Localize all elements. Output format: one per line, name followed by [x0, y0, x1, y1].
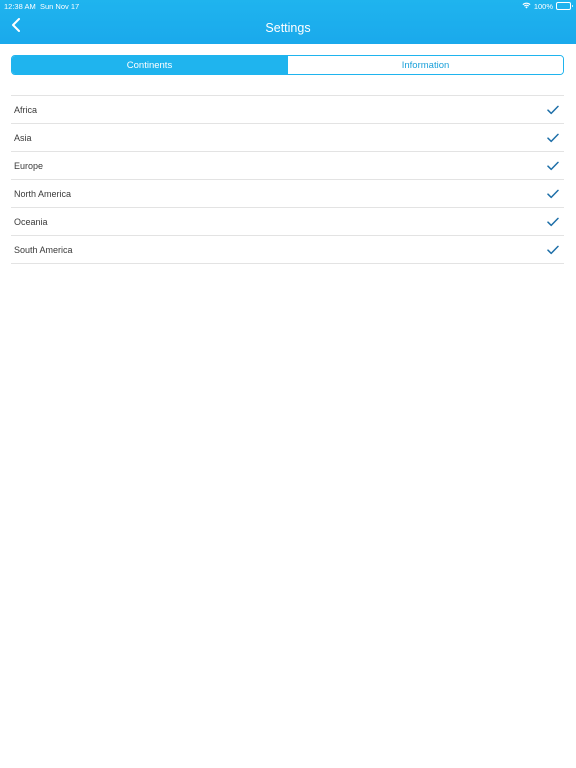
list-item-label: Europe: [14, 160, 44, 171]
tab-continents[interactable]: Continents: [12, 56, 287, 74]
checkmark-icon: [547, 133, 559, 143]
page-title: Settings: [265, 21, 311, 35]
list-item-oceania[interactable]: Oceania: [11, 208, 564, 236]
checkmark-icon: [547, 245, 559, 255]
list-item-label: Oceania: [14, 216, 48, 227]
checkmark-icon: [547, 105, 559, 115]
status-date: Sun Nov 17: [40, 2, 80, 11]
status-bar: 12:38 AM Sun Nov 17 100%: [0, 0, 576, 12]
tab-information[interactable]: Information: [287, 56, 563, 74]
checkmark-icon: [547, 217, 559, 227]
list-item-label: Asia: [14, 132, 32, 143]
list-item-label: Africa: [14, 104, 38, 115]
list-item-asia[interactable]: Asia: [11, 124, 564, 152]
continent-list: Africa Asia Europe North America Oceania…: [11, 95, 564, 264]
list-item-label: North America: [14, 188, 72, 199]
list-item-africa[interactable]: Africa: [11, 96, 564, 124]
segmented-control: Continents Information: [11, 55, 564, 75]
list-item-south-america[interactable]: South America: [11, 236, 564, 264]
wifi-icon: [522, 2, 531, 11]
list-item-north-america[interactable]: North America: [11, 180, 564, 208]
status-time: 12:38 AM: [4, 2, 36, 11]
status-indicators: 100%: [522, 1, 573, 11]
header: 12:38 AM Sun Nov 17 100% Settings: [0, 0, 576, 44]
list-item-label: South America: [14, 244, 73, 255]
battery-icon: [556, 2, 573, 10]
list-item-europe[interactable]: Europe: [11, 152, 564, 180]
battery-percent: 100%: [533, 1, 553, 11]
checkmark-icon: [547, 161, 559, 171]
checkmark-icon: [547, 189, 559, 199]
